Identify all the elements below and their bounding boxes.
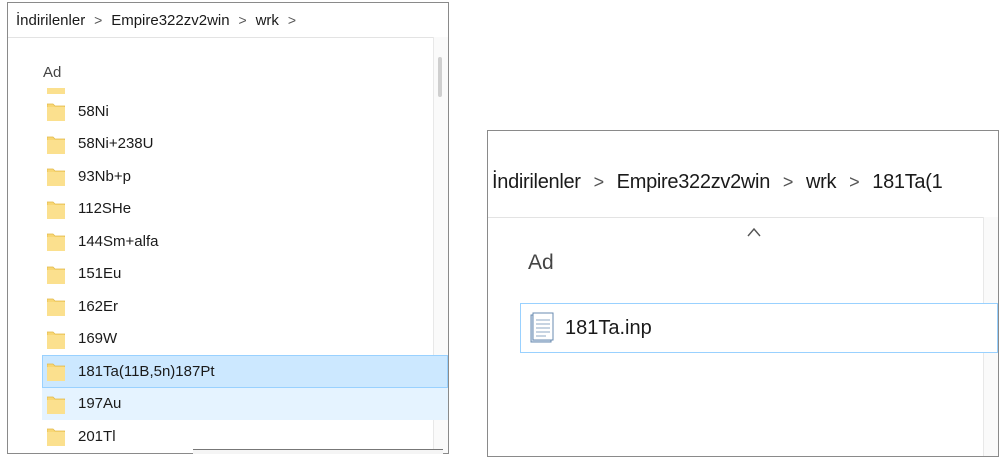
- chevron-right-icon[interactable]: >: [581, 172, 617, 193]
- folder-icon: [47, 101, 65, 122]
- folder-icon: [47, 394, 65, 414]
- chevron-right-icon[interactable]: >: [279, 12, 305, 28]
- chevron-right-icon[interactable]: >: [770, 172, 806, 193]
- divider: [8, 37, 448, 38]
- left-explorer-window: İndirilenler > Empire322zv2win > wrk > A…: [7, 2, 449, 454]
- breadcrumb-item-wrk[interactable]: wrk: [256, 12, 279, 29]
- breadcrumb-item-181ta[interactable]: 181Ta(1: [872, 171, 942, 194]
- column-header-name[interactable]: Ad: [43, 64, 61, 81]
- folder-item[interactable]: 93Nb+p: [42, 160, 448, 193]
- folder-item[interactable]: 144Sm+alfa: [42, 225, 448, 258]
- folder-icon: [47, 88, 65, 94]
- column-header-name[interactable]: Ad: [528, 251, 554, 275]
- breadcrumb: İndirilenler > Empire322zv2win > wrk > 1…: [492, 165, 943, 199]
- chevron-right-icon[interactable]: >: [836, 172, 872, 193]
- breadcrumb-item-empire[interactable]: Empire322zv2win: [617, 171, 771, 194]
- folder-list: 58Ni 58Ni+238U 93Nb+p 112SHe 144Sm+alfa 151Eu…: [42, 87, 448, 453]
- divider: [488, 217, 998, 218]
- folder-item[interactable]: 151Eu: [42, 258, 448, 291]
- folder-icon: [47, 199, 65, 219]
- folder-icon: [47, 134, 65, 154]
- folder-item[interactable]: 181Ta(11B,5n)187Pt: [42, 355, 448, 388]
- folder-item[interactable]: 58Ni+238U: [42, 128, 448, 161]
- folder-name: 181Ta(11B,5n)187Pt: [78, 362, 215, 380]
- folder-name: 197Au: [78, 395, 122, 413]
- folder-icon: [47, 166, 65, 187]
- chevron-right-icon[interactable]: >: [230, 12, 256, 28]
- folder-item[interactable]: 197Au: [42, 387, 448, 420]
- folder-name: 151Eu: [78, 265, 122, 283]
- folder-name: 93Nb+p: [78, 167, 131, 185]
- tooltip-edge: [193, 449, 443, 454]
- breadcrumb-item-empire[interactable]: Empire322zv2win: [111, 12, 229, 29]
- folder-icon: [47, 231, 65, 252]
- folder-icon: [47, 426, 65, 447]
- folder-item[interactable]: 169W: [42, 323, 448, 356]
- text-file-icon: [530, 312, 554, 343]
- folder-icon: [47, 329, 65, 349]
- file-item[interactable]: 181Ta.inp: [520, 303, 998, 353]
- folder-item[interactable]: 112SHe: [42, 193, 448, 226]
- folder-item[interactable]: [42, 87, 448, 95]
- breadcrumb-item-wrk[interactable]: wrk: [806, 171, 837, 194]
- folder-icon: [47, 361, 65, 382]
- breadcrumb: İndirilenler > Empire322zv2win > wrk >: [16, 9, 305, 31]
- chevron-right-icon[interactable]: >: [85, 12, 111, 28]
- folder-name: 201Tl: [78, 427, 116, 445]
- folder-item[interactable]: 201Tl: [42, 420, 448, 453]
- folder-icon: [47, 296, 65, 317]
- right-explorer-window: İndirilenler > Empire322zv2win > wrk > 1…: [487, 130, 999, 457]
- folder-name: 58Ni: [78, 102, 109, 120]
- file-name: 181Ta.inp: [565, 316, 652, 339]
- folder-name: 162Er: [78, 297, 119, 315]
- folder-icon: [47, 264, 65, 284]
- folder-name: 169W: [78, 330, 118, 348]
- folder-name: 58Ni+238U: [78, 135, 154, 153]
- breadcrumb-item-downloads[interactable]: İndirilenler: [492, 171, 581, 194]
- folder-name: 144Sm+alfa: [78, 232, 159, 250]
- breadcrumb-item-downloads[interactable]: İndirilenler: [16, 12, 85, 29]
- folder-item[interactable]: 58Ni: [42, 95, 448, 128]
- folder-item[interactable]: 162Er: [42, 290, 448, 323]
- sort-caret-up-icon[interactable]: [746, 227, 762, 237]
- folder-name: 112SHe: [78, 200, 132, 218]
